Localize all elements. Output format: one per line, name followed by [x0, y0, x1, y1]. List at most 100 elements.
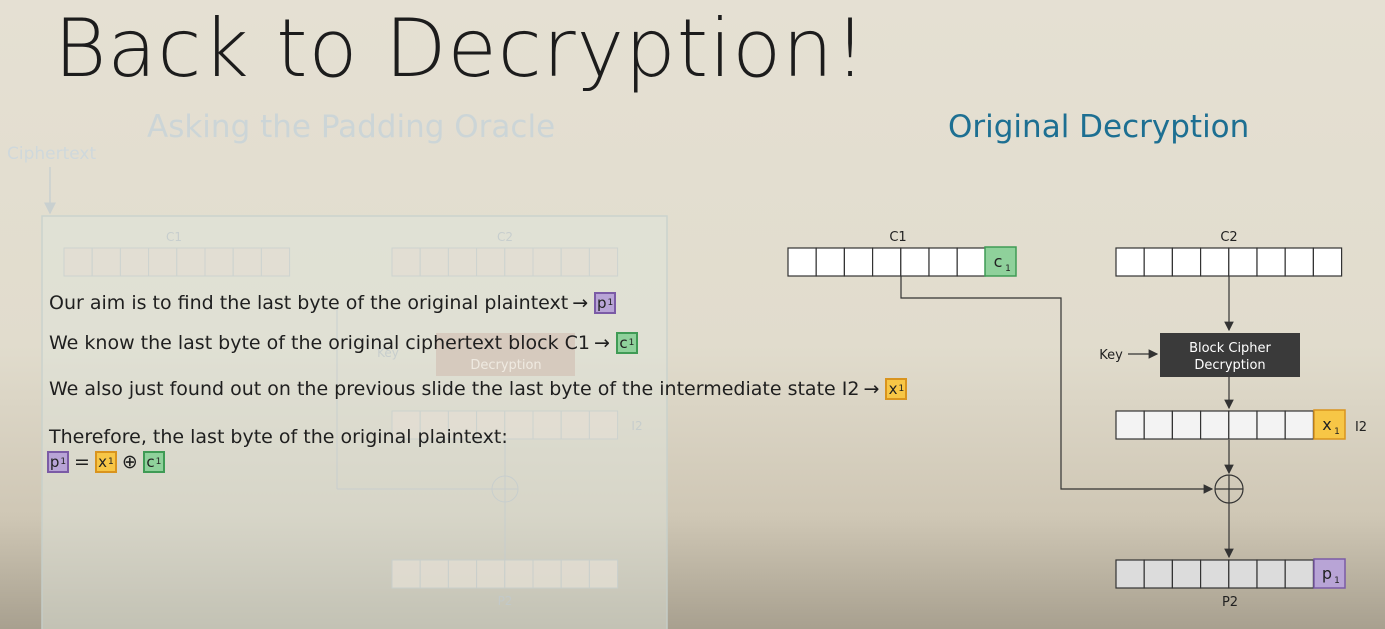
byte-cell: [1199, 559, 1230, 589]
byte-cell: [1115, 247, 1145, 277]
byte-cell: [63, 247, 93, 277]
byte-cell: [91, 247, 121, 277]
arrow-icon: →: [572, 292, 589, 314]
byte-cell: [532, 559, 562, 589]
ghost-p2-label: P2: [498, 594, 513, 608]
byte-cell: [504, 247, 534, 277]
byte-cell: [1199, 410, 1230, 440]
byte-cell: [1171, 559, 1202, 589]
byte-cell: [1228, 559, 1258, 589]
byte-cell: [588, 410, 619, 440]
block-cipher-line2: Decryption: [1194, 358, 1265, 373]
p1-inline-chip: p1: [594, 292, 617, 314]
c1-block: [787, 247, 987, 277]
p1-chip-sub: 1: [1334, 576, 1340, 586]
byte-cell: [1171, 410, 1202, 440]
p2-block: [1115, 559, 1314, 589]
eq-p1-chip: p1: [47, 451, 69, 473]
byte-cell: [1115, 410, 1145, 440]
byte-cell: [1143, 410, 1173, 440]
c1-label: C1: [889, 230, 906, 245]
know-line: We know the last byte of the original ci…: [49, 332, 640, 354]
byte-cell: [1284, 410, 1314, 440]
byte-cell: [560, 247, 590, 277]
byte-cell: [560, 410, 590, 440]
byte-cell: [1199, 247, 1230, 277]
byte-cell: [1256, 559, 1286, 589]
byte-cell: [391, 559, 421, 589]
aim-line: Our aim is to find the last byte of the …: [49, 292, 618, 314]
byte-cell: [588, 247, 619, 277]
c2-label: C2: [1220, 230, 1237, 245]
aim-text: Our aim is to find the last byte of the …: [49, 292, 569, 314]
ghost-c1-block: [63, 247, 291, 277]
ghost-c1-label: C1: [166, 230, 182, 244]
byte-cell: [956, 247, 987, 277]
ghost-decryption-label: Decryption: [470, 358, 541, 373]
byte-cell: [560, 559, 590, 589]
know-text: We know the last byte of the original ci…: [49, 332, 590, 354]
byte-cell: [232, 247, 262, 277]
c1-inline-chip: c1: [615, 332, 638, 354]
byte-cell: [871, 247, 902, 277]
therefore-line: Therefore, the last byte of the original…: [49, 426, 508, 448]
decryption-diagram: C1 C2 c 1 x 1 p 1 Block Cipher Decryptio…: [787, 230, 1367, 610]
block-cipher-line1: Block Cipher: [1189, 341, 1271, 356]
byte-cell: [148, 247, 178, 277]
byte-cell: [260, 247, 291, 277]
p2-label: P2: [1222, 595, 1238, 610]
c1-chip-sub: 1: [1005, 264, 1011, 274]
p1-chip-letter: p: [1322, 564, 1332, 583]
byte-cell: [1143, 559, 1173, 589]
byte-cell: [1171, 247, 1202, 277]
byte-cell: [419, 247, 449, 277]
key-label: Key: [1099, 348, 1123, 363]
byte-cell: [504, 410, 534, 440]
c1-to-xor-path: [900, 276, 1214, 494]
byte-cell: [843, 247, 874, 277]
byte-cell: [447, 559, 478, 589]
byte-cell: [787, 247, 817, 277]
byte-cell: [476, 247, 506, 277]
byte-cell: [815, 247, 846, 277]
byte-cell: [476, 559, 506, 589]
eq-x1-chip: x1: [94, 451, 117, 473]
x1-chip-sub: 1: [1334, 427, 1340, 437]
found-line: We also just found out on the previous s…: [49, 378, 909, 400]
byte-cell: [119, 247, 150, 277]
byte-cell: [928, 247, 958, 277]
therefore-text: Therefore, the last byte of the original…: [49, 426, 508, 448]
diagram-canvas: C1 C2 Decryption Key I2 P2 C1 C2 c 1 x 1: [41, 167, 1367, 629]
byte-cell: [532, 410, 562, 440]
byte-cell: [447, 247, 478, 277]
equation-line: p1 = x1 ⊕ c1: [45, 451, 167, 473]
byte-cell: [1228, 247, 1258, 277]
byte-cell: [900, 247, 930, 277]
ghost-c2-label: C2: [497, 230, 513, 244]
byte-cell: [532, 247, 562, 277]
byte-cell: [504, 559, 534, 589]
xor-sign-icon: ⊕: [121, 451, 138, 473]
equals-sign: =: [74, 451, 90, 473]
byte-cell: [391, 247, 421, 277]
byte-cell: [1312, 247, 1343, 277]
byte-cell: [1228, 410, 1258, 440]
arrow-icon: →: [863, 378, 880, 400]
byte-cell: [176, 247, 206, 277]
arrow-icon: →: [593, 332, 610, 354]
byte-cell: [1143, 247, 1173, 277]
byte-cell: [1284, 559, 1314, 589]
byte-cell: [1256, 247, 1286, 277]
i2-block: [1115, 410, 1314, 440]
byte-cell: [204, 247, 234, 277]
byte-cell: [588, 559, 619, 589]
found-text: We also just found out on the previous s…: [49, 378, 860, 400]
ghost-p2-block: [391, 559, 619, 589]
x1-inline-chip: x1: [885, 378, 908, 400]
byte-cell: [1284, 247, 1314, 277]
c1-chip-letter: c: [994, 252, 1003, 271]
byte-cell: [1115, 559, 1145, 589]
ghost-i2-label: I2: [631, 419, 642, 433]
byte-cell: [419, 559, 449, 589]
ghost-c2-block: [391, 247, 619, 277]
